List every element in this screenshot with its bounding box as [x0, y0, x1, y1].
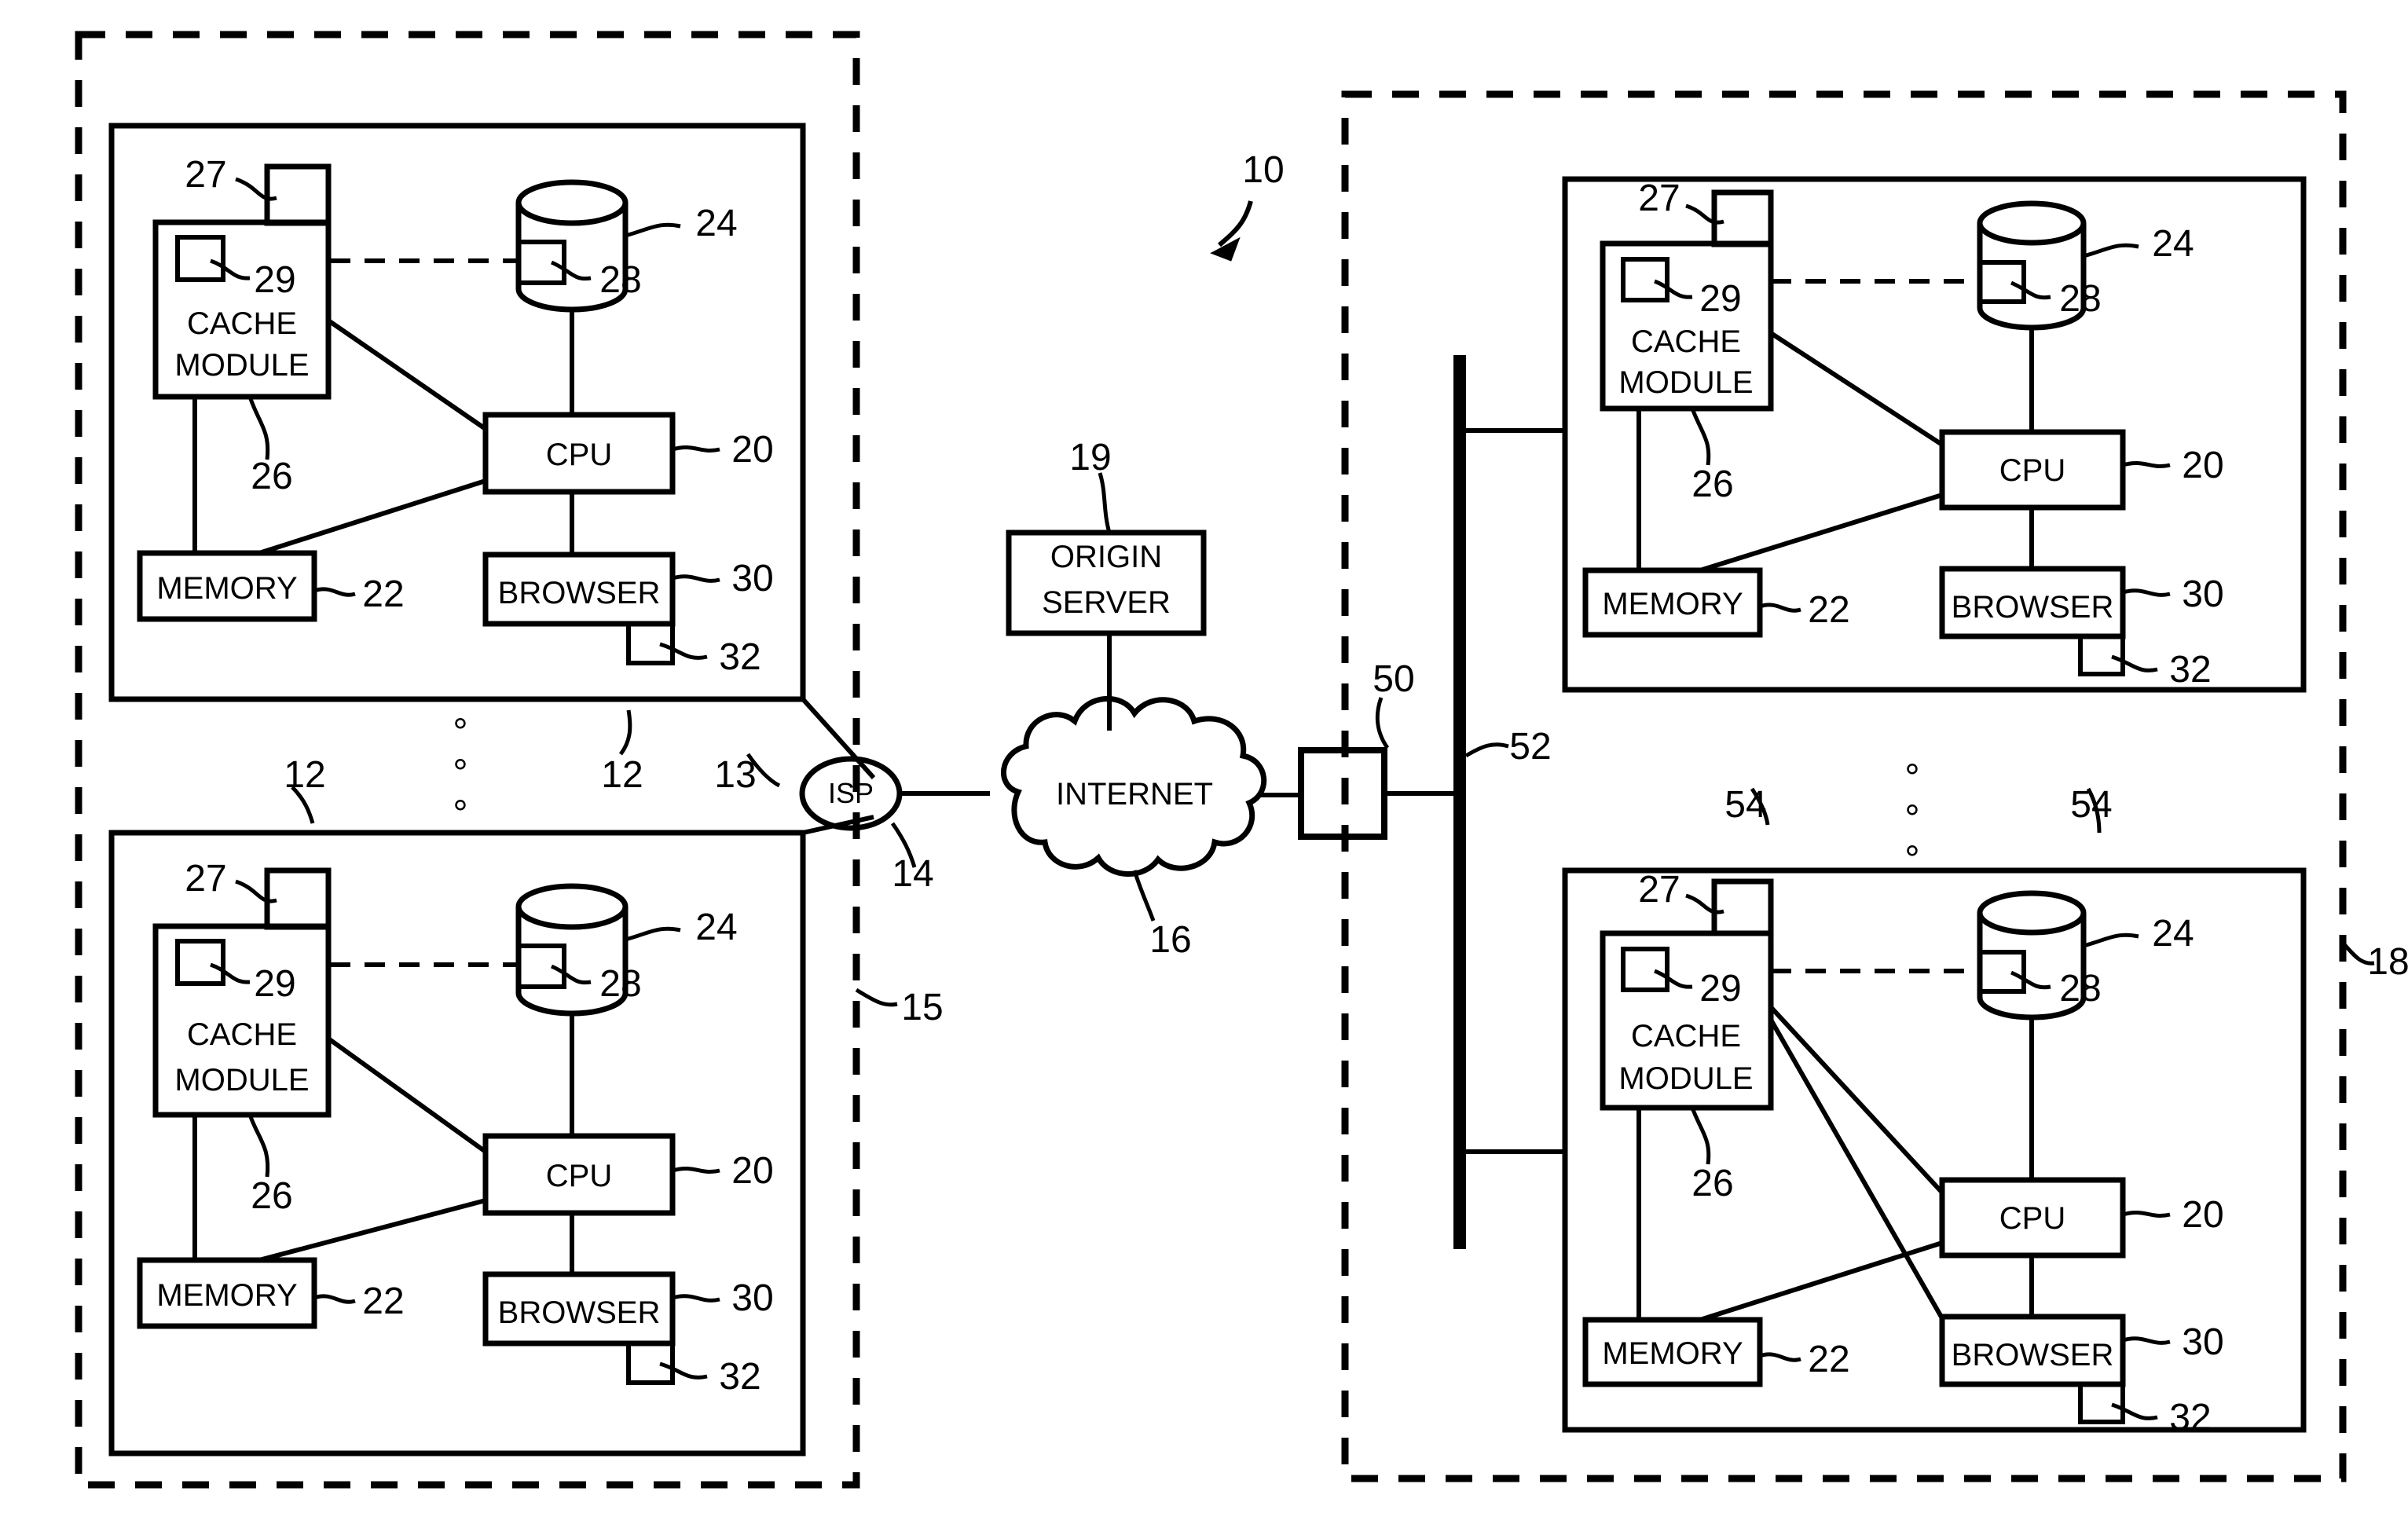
ref-30-bottom-right: 30	[2182, 1321, 2223, 1363]
patent-figure: 27 29 CACHE MODULE 26 28 24 CPU 20 MEMOR…	[0, 0, 2408, 1528]
cpu-label-top-right: CPU	[1999, 453, 2065, 488]
ref-29-bottom-right: 29	[1699, 968, 1741, 1010]
cpu-label-bottom-right: CPU	[1999, 1201, 2065, 1236]
ref-30-top-left: 30	[731, 558, 773, 599]
ref-29-bottom-left: 29	[254, 963, 295, 1005]
ref-50: 50	[1373, 658, 1414, 700]
cache-module-label-line2-bottom-left: MODULE	[174, 1063, 309, 1097]
isp-label: ISP	[828, 777, 874, 809]
ref-15: 15	[901, 987, 943, 1028]
ref-18: 18	[2367, 941, 2408, 983]
cache-module-label-line2-top-left: MODULE	[174, 348, 309, 383]
ellipsis-dot-left-3: °	[453, 793, 467, 835]
ref-32-bottom-left: 32	[719, 1356, 761, 1398]
cpu-label-bottom-left: CPU	[546, 1159, 612, 1193]
ref-30-top-right: 30	[2182, 573, 2223, 615]
ellipsis-dot-left-2: °	[453, 753, 467, 794]
ref-22-top-right: 22	[1808, 589, 1849, 631]
memory-label-bottom-left: MEMORY	[156, 1278, 297, 1313]
ref-29-top-right: 29	[1699, 278, 1741, 320]
ref-22-bottom-left: 22	[362, 1281, 404, 1322]
ref-19: 19	[1069, 437, 1111, 478]
memory-label-top-left: MEMORY	[156, 571, 297, 606]
ellipsis-dot-right-3: °	[1904, 839, 1919, 881]
ref-30-bottom-left: 30	[731, 1277, 773, 1319]
ref-52: 52	[1509, 726, 1551, 768]
ref-24-top-right: 24	[2152, 223, 2194, 265]
ref-28-top-right: 28	[2059, 278, 2101, 320]
ref-22-top-left: 22	[362, 573, 404, 615]
browser-label-top-left: BROWSER	[498, 576, 661, 610]
ref-24-bottom-left: 24	[695, 907, 737, 948]
figure-background	[0, 0, 2408, 1528]
ref-20-bottom-left: 20	[731, 1150, 773, 1192]
cache-module-label-line1-bottom-right: CACHE	[1631, 1019, 1741, 1053]
ellipsis-dot-right-1: °	[1904, 757, 1919, 799]
cache-module-label-line1-top-left: CACHE	[187, 306, 297, 341]
ref-54-left: 54	[1724, 784, 1766, 826]
ref-24-bottom-right: 24	[2152, 913, 2194, 955]
ref-20-top-right: 20	[2182, 445, 2223, 486]
ref-28-top-left: 28	[599, 259, 641, 301]
ref-14: 14	[892, 853, 933, 895]
ref-10: 10	[1242, 149, 1284, 191]
origin-server-label-line1: ORIGIN	[1050, 540, 1162, 574]
memory-label-top-right: MEMORY	[1602, 587, 1743, 621]
ellipsis-dot-right-2: °	[1904, 798, 1919, 840]
cache-module-label-line2-top-right: MODULE	[1618, 365, 1753, 400]
ref-16: 16	[1149, 919, 1191, 961]
ref-28-bottom-right: 28	[2059, 968, 2101, 1010]
ref-26-bottom-right: 26	[1691, 1163, 1733, 1204]
browser-label-bottom-left: BROWSER	[498, 1295, 661, 1330]
cache-module-label-line1-bottom-left: CACHE	[187, 1017, 297, 1052]
ref-32-top-right: 32	[2169, 649, 2211, 691]
ref-22-bottom-right: 22	[1808, 1339, 1849, 1380]
origin-server-label-line2: SERVER	[1042, 585, 1171, 620]
ref-12-left: 12	[284, 754, 325, 796]
ref-27-bottom-left: 27	[185, 858, 226, 900]
ref-27-top-right: 27	[1638, 178, 1680, 219]
ref-54-right: 54	[2070, 784, 2112, 826]
ellipsis-dot-left-1: °	[453, 712, 467, 753]
ref-29-top-left: 29	[254, 259, 295, 301]
internet-label: INTERNET	[1056, 777, 1213, 812]
browser-label-top-right: BROWSER	[1952, 590, 2114, 625]
ref-20-top-left: 20	[731, 429, 773, 471]
memory-label-bottom-right: MEMORY	[1602, 1336, 1743, 1371]
ref-27-top-left: 27	[185, 154, 226, 196]
ref-32-top-left: 32	[719, 636, 761, 678]
ref-32-bottom-right: 32	[2169, 1397, 2211, 1438]
ref-26-top-right: 26	[1691, 464, 1733, 505]
ref-27-bottom-right: 27	[1638, 869, 1680, 911]
cache-module-label-line2-bottom-right: MODULE	[1618, 1061, 1753, 1096]
ref-24-top-left: 24	[695, 203, 737, 244]
ref-26-bottom-left: 26	[251, 1175, 292, 1217]
ref-20-bottom-right: 20	[2182, 1194, 2223, 1236]
figure-canvas: 27 29 CACHE MODULE 26 28 24 CPU 20 MEMOR…	[0, 0, 2408, 1528]
cpu-label-top-left: CPU	[546, 438, 612, 472]
ref-26-top-left: 26	[251, 456, 292, 497]
cache-module-label-line1-top-right: CACHE	[1631, 324, 1741, 359]
ref-12-right: 12	[601, 754, 643, 796]
ref-13: 13	[714, 754, 756, 796]
ref-28-bottom-left: 28	[599, 963, 641, 1005]
browser-label-bottom-right: BROWSER	[1952, 1338, 2114, 1372]
